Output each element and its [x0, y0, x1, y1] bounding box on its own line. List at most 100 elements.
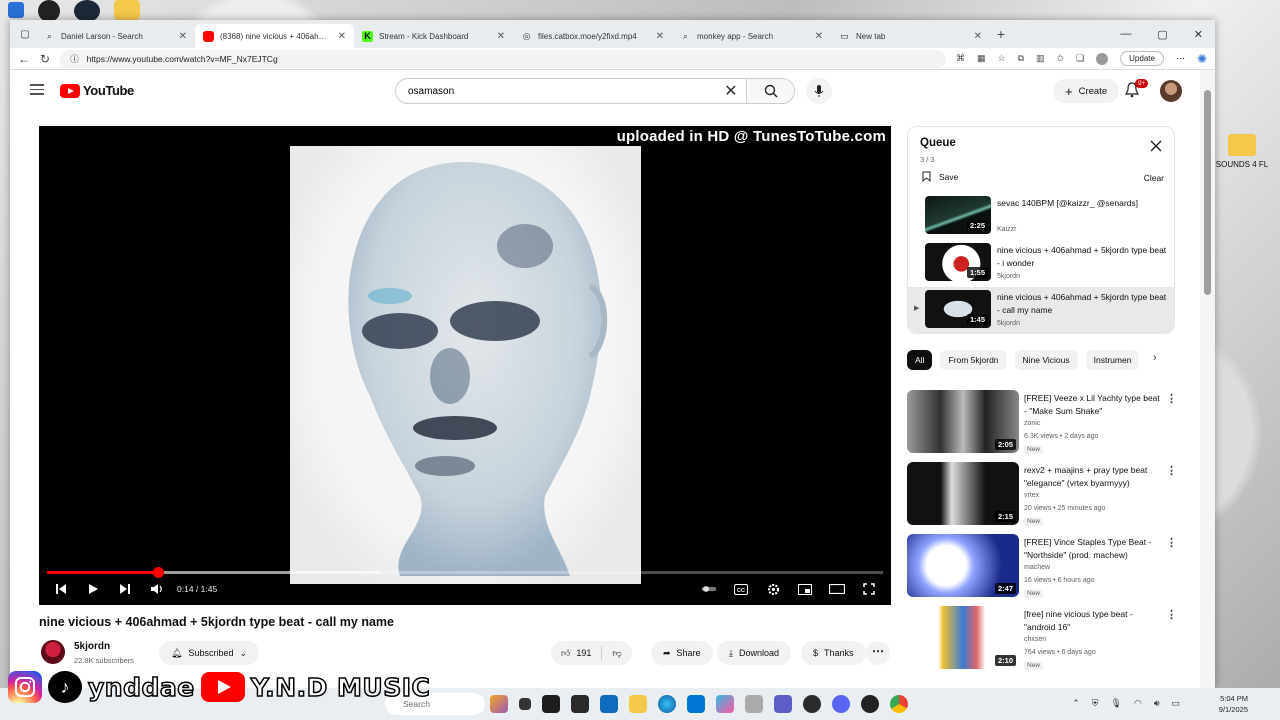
clear-search-icon[interactable]: ✕: [716, 81, 746, 101]
task-view-icon[interactable]: [519, 698, 531, 710]
media-player-icon[interactable]: [861, 695, 879, 713]
download-button[interactable]: ⤓ Download: [717, 641, 792, 665]
chip-nine-vicious[interactable]: Nine Vicious: [1014, 350, 1078, 370]
desktop-folder[interactable]: SOUNDS 4 FL: [1214, 134, 1270, 169]
chrome-icon[interactable]: [890, 695, 908, 713]
miniplayer-button[interactable]: [797, 581, 813, 597]
new-tab-button[interactable]: +: [990, 26, 1012, 42]
next-button[interactable]: [117, 581, 133, 597]
scrollbar-thumb[interactable]: [1204, 90, 1211, 295]
volume-button[interactable]: [149, 581, 165, 597]
chip-from-channel[interactable]: From 5kjordn: [940, 350, 1007, 370]
search-button[interactable]: [746, 79, 794, 103]
address-bar[interactable]: ⓘ https://www.youtube.com/watch?v=MF_Nx7…: [60, 49, 946, 68]
channel-avatar[interactable]: [41, 640, 65, 664]
wifi-icon[interactable]: ◠: [1134, 698, 1142, 709]
favorite-star-icon[interactable]: ☆: [997, 53, 1005, 64]
app-icon[interactable]: [8, 2, 24, 18]
edge-icon[interactable]: [658, 695, 676, 713]
store-icon[interactable]: [687, 695, 705, 713]
share-button[interactable]: ➦ Share: [651, 641, 713, 665]
recommendation-item[interactable]: 2:47 [FREE] Vince Staples Type Beat - "N…: [907, 534, 1179, 600]
close-tab-icon[interactable]: ✕: [974, 31, 982, 42]
like-button[interactable]: 👍︎ 191: [561, 648, 591, 659]
queue-item-current[interactable]: ▶ 1:45 nine vicious + 406ahmad + 5kjordn…: [908, 287, 1174, 333]
progress-bar[interactable]: [47, 567, 883, 578]
queue-save-button[interactable]: Save: [922, 171, 958, 182]
file-explorer-icon[interactable]: [629, 695, 647, 713]
dislike-button[interactable]: 👎︎: [612, 648, 621, 659]
create-button[interactable]: + Create: [1053, 79, 1120, 103]
page-scrollbar[interactable]: [1200, 70, 1215, 688]
close-tab-icon[interactable]: ✕: [656, 31, 664, 42]
settings-button[interactable]: [765, 581, 781, 597]
steam-icon[interactable]: [74, 0, 100, 22]
volume-icon[interactable]: 🔊︎: [1154, 698, 1160, 709]
extensions-icon[interactable]: ⧉: [1018, 53, 1024, 64]
refresh-icon[interactable]: ↻: [40, 52, 50, 66]
menu-icon[interactable]: [30, 84, 44, 98]
app-icon[interactable]: [38, 0, 60, 22]
battery-icon[interactable]: ▭: [1171, 698, 1180, 709]
minimize-icon[interactable]: —: [1120, 28, 1131, 41]
search-input[interactable]: [396, 85, 716, 97]
video-player[interactable]: uploaded in HD @ TunesToTube.com 0:14 / …: [39, 126, 891, 605]
browser-tab[interactable]: ⌕ monkey app - Search ✕: [672, 24, 831, 48]
queue-clear-button[interactable]: Clear: [1144, 173, 1164, 183]
translate-icon[interactable]: ⌘: [956, 53, 965, 64]
folder-icon[interactable]: [114, 0, 140, 20]
autoplay-toggle[interactable]: [701, 581, 717, 597]
recommendation-item[interactable]: 2:10 [free] nine vicious type beat - "an…: [907, 606, 1179, 672]
more-actions-button[interactable]: ⋯: [866, 641, 890, 665]
tab-actions-icon[interactable]: ▢: [14, 29, 36, 40]
close-tab-icon[interactable]: ✕: [815, 31, 823, 42]
captions-button[interactable]: CC: [733, 581, 749, 597]
profile-avatar[interactable]: [1096, 52, 1109, 65]
thanks-button[interactable]: $ Thanks: [801, 641, 866, 665]
play-button[interactable]: [85, 581, 101, 597]
youtube-logo[interactable]: YouTube: [60, 83, 134, 98]
close-tab-icon[interactable]: ✕: [179, 31, 187, 42]
subscribed-button[interactable]: 🔔︎ Subscribed ⌄: [159, 641, 260, 665]
account-avatar[interactable]: [1160, 80, 1182, 102]
update-button[interactable]: Update: [1120, 51, 1164, 66]
taskbar-clock[interactable]: 5:04 PM 9/1/2025: [1219, 693, 1248, 715]
collections-icon[interactable]: ❏: [1076, 53, 1084, 64]
voice-search-button[interactable]: [806, 78, 832, 104]
browser-tab[interactable]: K Stream - Kick Dashboard ✕: [354, 24, 513, 48]
fullscreen-button[interactable]: [861, 581, 877, 597]
security-icon[interactable]: ⛨: [1092, 698, 1099, 709]
chip-instrumental[interactable]: Instrumen: [1085, 350, 1140, 370]
queue-close-button[interactable]: [1150, 139, 1162, 157]
widgets-icon[interactable]: [490, 695, 508, 713]
app-icon[interactable]: [803, 695, 821, 713]
browser-tab[interactable]: ▭ New tab ✕: [831, 24, 990, 48]
more-options-icon[interactable]: ⋮: [1166, 464, 1177, 477]
teams-icon[interactable]: [774, 695, 792, 713]
recommendation-item[interactable]: 2:05 [FREE] Veeze x Lil Yachty type beat…: [907, 390, 1179, 456]
calculator-icon[interactable]: [745, 695, 763, 713]
close-window-icon[interactable]: ✕: [1194, 28, 1203, 41]
recommendation-item[interactable]: 2:15 rexv2 + maajins + pray type beat "e…: [907, 462, 1179, 528]
progress-handle[interactable]: [153, 567, 165, 578]
more-options-icon[interactable]: ⋮: [1166, 536, 1177, 549]
apps-icon[interactable]: ▦: [977, 53, 986, 64]
close-tab-icon[interactable]: ✕: [497, 31, 505, 42]
chevron-up-icon[interactable]: ⌃: [1072, 698, 1080, 709]
browser-tab[interactable]: ◎ files.catbox.moe/y2fixd.mp4 ✕: [513, 24, 672, 48]
epic-games-icon[interactable]: [571, 695, 589, 713]
previous-button[interactable]: [53, 581, 69, 597]
more-icon[interactable]: ⋯: [1176, 53, 1185, 64]
browser-tab[interactable]: ⌕ Daniel Larson - Search ✕: [36, 24, 195, 48]
split-screen-icon[interactable]: ▥: [1036, 53, 1045, 64]
discord-icon[interactable]: [832, 695, 850, 713]
microphone-icon[interactable]: 🎙︎: [1111, 698, 1122, 709]
back-icon[interactable]: ←: [18, 52, 30, 66]
chevron-right-icon[interactable]: ›: [1153, 352, 1157, 364]
more-options-icon[interactable]: ⋮: [1166, 392, 1177, 405]
more-options-icon[interactable]: ⋮: [1166, 608, 1177, 621]
favorites-icon[interactable]: ✩: [1057, 53, 1065, 64]
site-info-icon[interactable]: ⓘ: [70, 53, 79, 65]
queue-item[interactable]: 1:55 nine vicious + 406ahmad + 5kjordn t…: [908, 240, 1174, 286]
copilot-icon[interactable]: ✺: [1197, 52, 1207, 66]
